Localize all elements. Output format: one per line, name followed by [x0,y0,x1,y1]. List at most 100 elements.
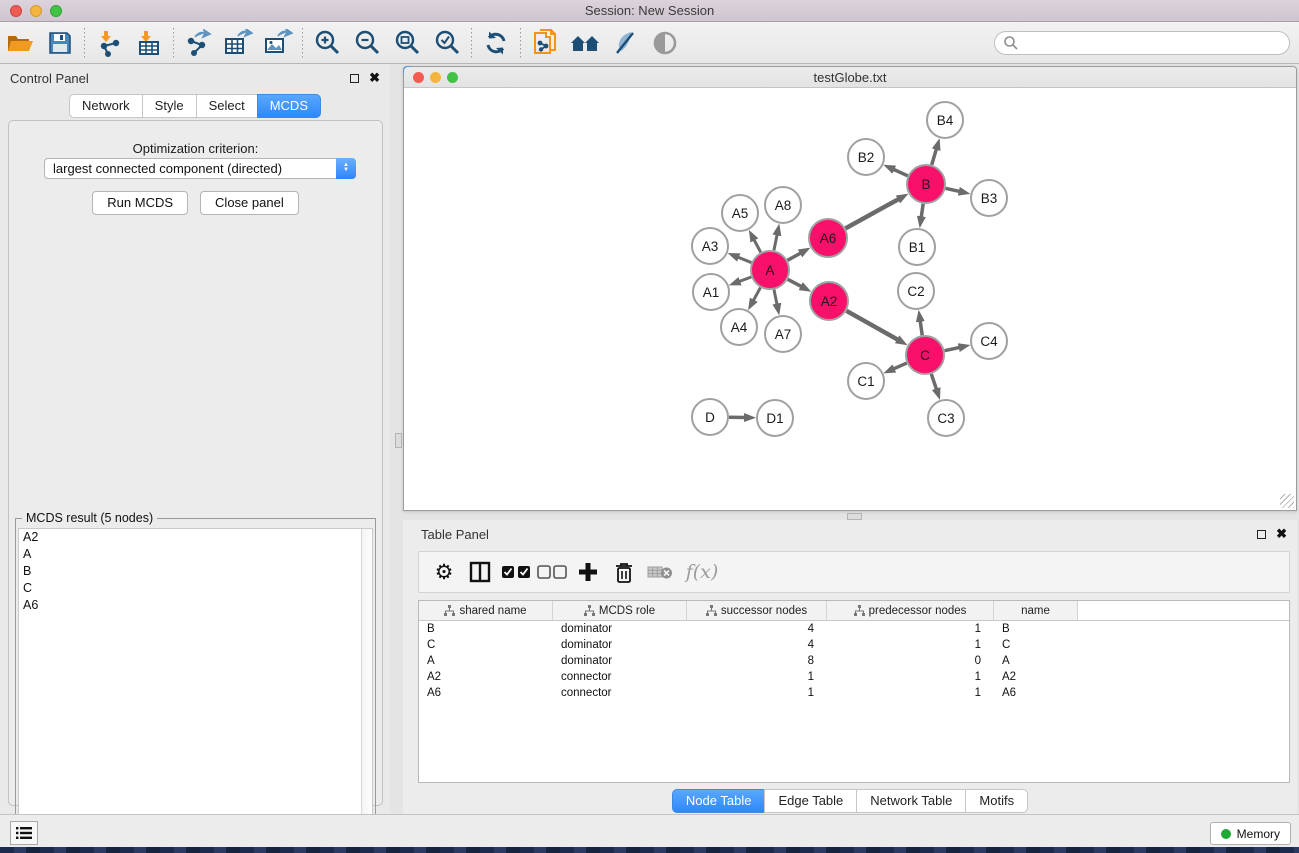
node-D[interactable]: D [692,399,728,435]
edge-A-A7[interactable] [774,290,777,306]
criterion-dropdown[interactable]: largest connected component (directed) ▲… [44,158,356,179]
edge-A-A6[interactable] [788,252,802,260]
maximize-window-button[interactable] [50,5,62,17]
edge-B-B4[interactable] [932,148,937,165]
mcds-result-item[interactable]: A2 [19,529,372,546]
network-window-title-bar[interactable]: testGlobe.txt [404,67,1296,88]
refresh-layout-button[interactable] [476,25,516,61]
table-row[interactable]: A6 connector 1 1 A6 [419,685,1289,701]
edge-A-A1[interactable] [738,277,751,282]
node-A7[interactable]: A7 [765,316,801,352]
split-divider-handle[interactable] [847,513,862,520]
mcds-result-list[interactable]: A2 A B C A6 [18,528,373,853]
delete-table-button[interactable] [645,556,675,588]
edge-C-C4[interactable] [945,347,961,351]
tab-node-table[interactable]: Node Table [672,789,765,813]
import-network-button[interactable] [89,25,129,61]
delete-column-button[interactable] [609,556,639,588]
minimize-network-window-button[interactable] [430,72,441,83]
mcds-result-item[interactable]: A6 [19,597,372,614]
export-image-button[interactable] [258,25,298,61]
edge-C-C3[interactable] [931,374,937,391]
export-network-button[interactable] [178,25,218,61]
tab-style[interactable]: Style [142,94,196,118]
node-C[interactable]: C [906,336,944,374]
node-C1[interactable]: C1 [848,363,884,399]
add-column-button[interactable] [573,556,603,588]
edge-B-B2[interactable] [892,169,907,176]
show-graphics-details-button[interactable] [645,25,685,61]
edge-A-A4[interactable] [753,288,761,302]
tab-mcds[interactable]: MCDS [257,94,321,118]
deselect-all-columns-button[interactable] [537,556,567,588]
edge-A-A8[interactable] [774,233,777,250]
import-table-button[interactable] [129,25,169,61]
result-list-scrollbar[interactable] [361,529,372,853]
edge-A2-C[interactable] [846,311,898,340]
zoom-fit-button[interactable] [387,25,427,61]
show-columns-button[interactable] [465,556,495,588]
node-A8[interactable]: A8 [765,187,801,223]
network-from-clipboard-button[interactable] [525,25,565,61]
node-B[interactable]: B [907,165,945,203]
node-D1[interactable]: D1 [757,400,793,436]
edge-C-C2[interactable] [920,320,922,335]
select-all-columns-button[interactable] [501,556,531,588]
node-A4[interactable]: A4 [721,309,757,345]
save-session-button[interactable] [40,25,80,61]
node-A2[interactable]: A2 [810,282,848,320]
maximize-network-window-button[interactable] [447,72,458,83]
split-divider-handle[interactable] [395,433,402,448]
float-table-panel-icon[interactable] [1257,530,1266,539]
zoom-selected-button[interactable] [427,25,467,61]
tab-edge-table[interactable]: Edge Table [764,789,856,813]
column-header-predecessor-nodes[interactable]: predecessor nodes [827,601,994,620]
node-B3[interactable]: B3 [971,180,1007,216]
edge-A-A3[interactable] [737,257,752,263]
node-C2[interactable]: C2 [898,273,934,309]
open-file-button[interactable] [0,25,40,61]
close-panel-icon[interactable]: ✖ [369,70,380,86]
table-row[interactable]: C dominator 4 1 C [419,637,1289,653]
node-A5[interactable]: A5 [722,195,758,231]
node-A3[interactable]: A3 [692,228,728,264]
minimize-window-button[interactable] [30,5,42,17]
memory-button[interactable]: Memory [1210,822,1291,845]
window-resize-grip[interactable] [1280,494,1294,508]
table-options-button[interactable]: ⚙ [429,556,459,588]
node-A6[interactable]: A6 [809,219,847,257]
close-table-panel-icon[interactable]: ✖ [1276,526,1287,542]
tab-motifs[interactable]: Motifs [965,789,1028,813]
run-mcds-button[interactable]: Run MCDS [92,191,188,215]
home-button[interactable] [565,25,605,61]
tab-select[interactable]: Select [196,94,257,118]
edge-B-B3[interactable] [946,188,961,191]
search-input[interactable] [994,31,1290,55]
zoom-out-button[interactable] [347,25,387,61]
node-A1[interactable]: A1 [693,274,729,310]
float-panel-icon[interactable] [350,74,359,83]
table-row[interactable]: A2 connector 1 1 A2 [419,669,1289,685]
mcds-result-item[interactable]: A [19,546,372,563]
edge-A6-B[interactable] [846,198,900,228]
node-A[interactable]: A [751,251,789,289]
edge-A-A5[interactable] [754,239,761,253]
tab-network-table[interactable]: Network Table [856,789,965,813]
close-network-window-button[interactable] [413,72,424,83]
close-window-button[interactable] [10,5,22,17]
table-row[interactable]: A dominator 8 0 A [419,653,1289,669]
column-header-name[interactable]: name [994,601,1078,620]
network-graph-canvas[interactable]: AA1A2A3A4A5A6A7A8BB1B2B3B4CC1C2C3C4DD1 [404,88,1296,509]
edge-C-C1[interactable] [893,363,907,369]
task-history-button[interactable] [10,821,38,845]
hide-annotations-button[interactable] [605,25,645,61]
node-B4[interactable]: B4 [927,102,963,138]
close-panel-button[interactable]: Close panel [200,191,299,215]
node-C3[interactable]: C3 [928,400,964,436]
column-header-successor-nodes[interactable]: successor nodes [687,601,827,620]
function-builder-button[interactable]: f(x) [681,556,723,588]
edge-A-A2[interactable] [788,279,803,287]
export-table-button[interactable] [218,25,258,61]
mcds-result-item[interactable]: B [19,563,372,580]
edge-B-B1[interactable] [921,204,923,218]
